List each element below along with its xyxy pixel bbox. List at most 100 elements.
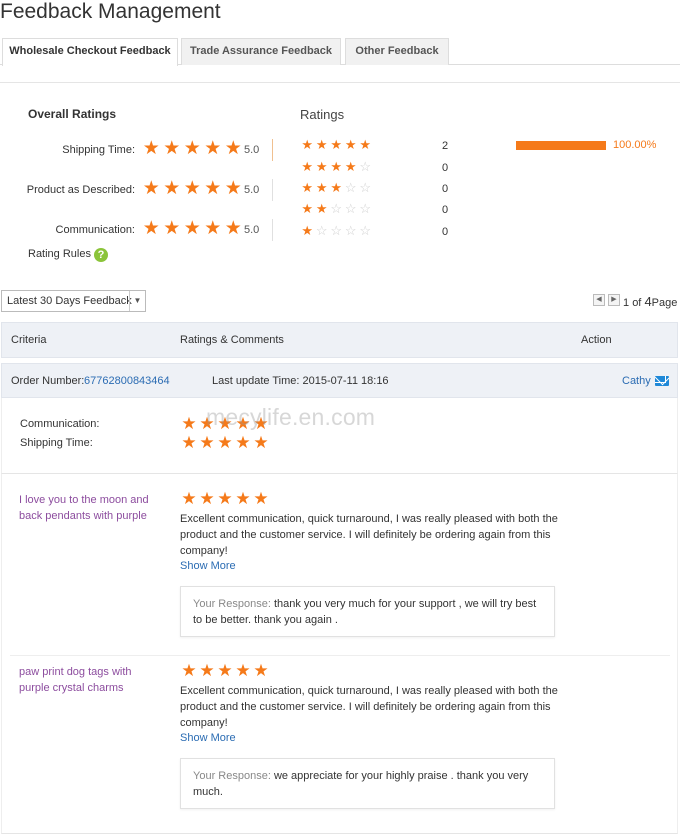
- order-number-link[interactable]: 67762800843464: [84, 375, 170, 387]
- chevron-down-icon[interactable]: ▼: [129, 291, 145, 311]
- star-filled-icon: ★: [199, 489, 215, 508]
- pager-of: of: [632, 297, 642, 309]
- item-rating-stars: ★ ★ ★ ★ ★: [180, 489, 270, 508]
- column-ratings-comments: Ratings & Comments: [180, 334, 284, 346]
- tab-wholesale-checkout-feedback[interactable]: Wholesale Checkout Feedback: [2, 38, 178, 66]
- feedback-items: I love you to the moon and back pendants…: [1, 474, 678, 834]
- feedback-item: I love you to the moon and back pendants…: [2, 474, 677, 655]
- communication-stars: ★ ★ ★ ★ ★: [141, 218, 244, 239]
- ratings-distribution-title: Ratings: [300, 107, 345, 122]
- star-filled-icon: ★: [330, 180, 343, 195]
- star-empty-icon: ☆: [330, 201, 343, 216]
- star-filled-icon: ★: [183, 178, 201, 199]
- distribution-2-stars: ★ ★ ☆ ☆ ☆: [300, 202, 373, 215]
- star-filled-icon: ★: [163, 138, 181, 159]
- pager-current: 1: [623, 297, 630, 309]
- star-empty-icon: ☆: [359, 201, 372, 216]
- star-filled-icon: ★: [253, 414, 269, 433]
- star-filled-icon: ★: [301, 201, 314, 216]
- distribution-3-count: 0: [442, 183, 449, 195]
- buyer-name-link[interactable]: Cathy: [622, 375, 651, 387]
- star-filled-icon: ★: [253, 661, 269, 680]
- star-filled-icon: ★: [301, 180, 314, 195]
- next-page-icon[interactable]: ▶: [608, 294, 620, 306]
- star-filled-icon: ★: [315, 159, 328, 174]
- star-filled-icon: ★: [163, 218, 181, 239]
- star-empty-icon: ☆: [315, 223, 328, 238]
- order-number-label: Order Number:: [11, 375, 85, 387]
- order-shipping-time-label: Shipping Time:: [20, 437, 93, 449]
- shipping-time-label: Shipping Time:: [62, 144, 135, 156]
- feedback-item: paw print dog tags with purple crystal c…: [2, 646, 677, 827]
- star-empty-icon: ☆: [344, 180, 357, 195]
- star-filled-icon: ★: [330, 137, 343, 152]
- distribution-2-count: 0: [442, 204, 449, 216]
- star-filled-icon: ★: [204, 138, 222, 159]
- star-filled-icon: ★: [142, 178, 160, 199]
- star-filled-icon: ★: [199, 661, 215, 680]
- star-filled-icon: ★: [301, 223, 314, 238]
- star-filled-icon: ★: [217, 489, 233, 508]
- divider-line: [272, 219, 273, 241]
- star-filled-icon: ★: [235, 414, 251, 433]
- star-filled-icon: ★: [217, 414, 233, 433]
- feedback-period-select[interactable]: Latest 30 Days Feedback ▼: [1, 290, 146, 312]
- show-more-link[interactable]: Show More: [180, 732, 236, 744]
- seller-response: Your Response: thank you very much for y…: [180, 586, 555, 637]
- tab-trade-assurance-feedback[interactable]: Trade Assurance Feedback: [181, 38, 341, 65]
- buyer-comment: Excellent communication, quick turnaroun…: [180, 685, 558, 729]
- star-filled-icon: ★: [183, 218, 201, 239]
- star-filled-icon: ★: [181, 489, 197, 508]
- order-communication-stars: ★ ★ ★ ★ ★: [180, 414, 270, 433]
- star-filled-icon: ★: [163, 178, 181, 199]
- pager-page-label: Page: [651, 297, 678, 309]
- star-filled-icon: ★: [183, 138, 201, 159]
- product-title-link[interactable]: I love you to the moon and back pendants…: [19, 492, 159, 524]
- shipping-time-score: 5.0: [244, 144, 260, 156]
- order-header-row: Order Number: 67762800843464 Last update…: [1, 363, 678, 398]
- star-filled-icon: ★: [199, 414, 215, 433]
- column-criteria: Criteria: [11, 334, 47, 346]
- question-icon[interactable]: ?: [94, 248, 108, 262]
- last-update-label: Last update Time:: [212, 375, 300, 387]
- distribution-4-stars: ★ ★ ★ ★ ☆: [300, 160, 373, 173]
- column-action: Action: [581, 334, 612, 346]
- last-update-time: Last update Time: 2015-07-11 18:16: [212, 375, 389, 387]
- star-filled-icon: ★: [235, 489, 251, 508]
- overall-ratings-title: Overall Ratings: [28, 107, 117, 121]
- pager-total: 4: [644, 294, 652, 309]
- communication-label: Communication:: [55, 224, 135, 236]
- star-filled-icon: ★: [315, 180, 328, 195]
- communication-score: 5.0: [244, 224, 260, 236]
- distribution-1-stars: ★ ☆ ☆ ☆ ☆: [300, 224, 373, 237]
- star-filled-icon: ★: [181, 414, 197, 433]
- star-filled-icon: ★: [253, 433, 269, 452]
- divider-line: [272, 179, 273, 201]
- distribution-5-percent: 100.00%: [613, 139, 657, 151]
- prev-page-icon[interactable]: ◀: [593, 294, 605, 306]
- star-filled-icon: ★: [224, 138, 242, 159]
- star-filled-icon: ★: [142, 138, 160, 159]
- star-filled-icon: ★: [204, 218, 222, 239]
- table-header: Criteria Ratings & Comments Action: [1, 322, 678, 358]
- star-filled-icon: ★: [235, 661, 251, 680]
- star-filled-icon: ★: [330, 159, 343, 174]
- rating-rules-link[interactable]: Rating Rules: [28, 248, 91, 260]
- product-title-link[interactable]: paw print dog tags with purple crystal c…: [19, 664, 159, 696]
- seller-response: Your Response: we appreciate for your hi…: [180, 758, 555, 809]
- distribution-5-stars: ★ ★ ★ ★ ★: [300, 138, 373, 151]
- star-empty-icon: ☆: [359, 180, 372, 195]
- pager-text: 1 of 4Page: [623, 294, 677, 309]
- star-filled-icon: ★: [359, 137, 372, 152]
- star-empty-icon: ☆: [359, 223, 372, 238]
- star-filled-icon: ★: [344, 137, 357, 152]
- divider-line: [272, 139, 273, 161]
- product-as-described-score: 5.0: [244, 184, 260, 196]
- tab-other-feedback[interactable]: Other Feedback: [345, 38, 449, 65]
- star-filled-icon: ★: [199, 433, 215, 452]
- show-more-link[interactable]: Show More: [180, 560, 236, 572]
- star-filled-icon: ★: [235, 433, 251, 452]
- distribution-5-count: 2: [442, 140, 449, 152]
- star-empty-icon: ☆: [344, 223, 357, 238]
- mail-icon[interactable]: [655, 376, 669, 386]
